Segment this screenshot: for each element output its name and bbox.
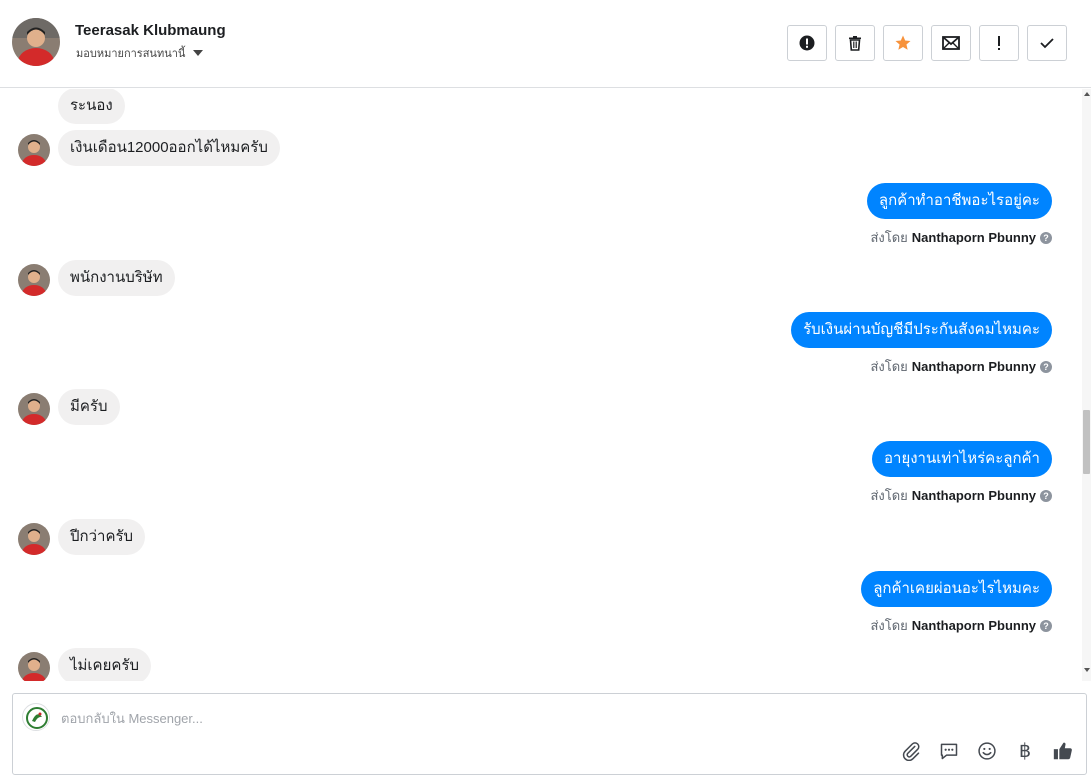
help-icon[interactable]: ? bbox=[1040, 360, 1052, 373]
message-bubble[interactable]: ไม่เคยครับ bbox=[58, 648, 151, 681]
message-bubble[interactable]: ลูกค้าทำอาชีพอะไรอยู่คะ bbox=[866, 183, 1052, 219]
sender-name: Nanthaporn Pbunny bbox=[911, 618, 1036, 633]
message-bubble[interactable]: ปีกว่าครับ bbox=[58, 519, 146, 555]
thumbs-up-icon bbox=[1053, 742, 1072, 760]
contact-name[interactable]: Teerasak Klubmaung bbox=[75, 22, 226, 39]
sent-by-label: ส่งโดย bbox=[870, 618, 908, 633]
reply-input[interactable] bbox=[61, 708, 961, 728]
star-icon bbox=[895, 35, 911, 50]
scrollbar-thumb[interactable] bbox=[1083, 410, 1090, 474]
page-avatar bbox=[22, 703, 50, 731]
send-like-button[interactable] bbox=[1052, 740, 1074, 762]
sender-name: Nanthaporn Pbunny bbox=[911, 359, 1036, 374]
conversation-header: Teerasak Klubmaung มอบหมายการสนทนานี้ bbox=[0, 0, 1091, 88]
message-bubble[interactable]: รับเงินผ่านบัญชีมีประกันสังคมไหมคะ bbox=[791, 312, 1052, 348]
payment-button[interactable]: ฿ bbox=[1014, 740, 1036, 762]
sender-avatar[interactable] bbox=[18, 393, 50, 425]
star-button[interactable] bbox=[883, 25, 923, 61]
sent-by-line: ส่งโดย Nanthaporn Pbunny ? bbox=[870, 615, 1052, 636]
conversation-toolbar bbox=[787, 25, 1067, 61]
message-thread[interactable]: ระนอง เงินเดือน12000ออกได้ไหมครับ ลูกค้า… bbox=[0, 89, 1082, 681]
sender-avatar[interactable] bbox=[18, 134, 50, 166]
scroll-down-arrow-icon[interactable] bbox=[1084, 668, 1090, 672]
sender-avatar[interactable] bbox=[18, 652, 50, 681]
sent-by-label: ส่งโดย bbox=[870, 359, 908, 374]
chevron-down-icon bbox=[193, 50, 204, 56]
sender-name: Nanthaporn Pbunny bbox=[911, 230, 1036, 245]
saved-reply-icon bbox=[940, 743, 958, 760]
paperclip-icon bbox=[902, 742, 920, 761]
check-icon bbox=[1040, 38, 1054, 49]
sent-by-line: ส่งโดย Nanthaporn Pbunny ? bbox=[870, 227, 1052, 248]
help-icon[interactable]: ? bbox=[1040, 619, 1052, 632]
delete-button[interactable] bbox=[835, 25, 875, 61]
emoji-icon bbox=[978, 742, 996, 760]
assign-conversation-dropdown[interactable]: มอบหมายการสนทนานี้ bbox=[76, 44, 204, 62]
help-icon[interactable]: ? bbox=[1040, 489, 1052, 502]
trash-icon bbox=[849, 36, 861, 51]
message-bubble[interactable]: มีครับ bbox=[58, 389, 120, 425]
reply-composer: ฿ bbox=[12, 693, 1087, 775]
alert-circle-icon bbox=[799, 35, 815, 51]
baht-icon: ฿ bbox=[1018, 740, 1032, 762]
saved-replies-button[interactable] bbox=[938, 740, 960, 762]
message-bubble[interactable]: ระนอง bbox=[58, 89, 125, 124]
sender-avatar[interactable] bbox=[18, 264, 50, 296]
mark-done-button[interactable] bbox=[1027, 25, 1067, 61]
scroll-up-arrow-icon[interactable] bbox=[1084, 92, 1090, 96]
report-spam-button[interactable] bbox=[787, 25, 827, 61]
composer-tools: ฿ bbox=[900, 740, 1074, 762]
attach-file-button[interactable] bbox=[900, 740, 922, 762]
mark-unread-button[interactable] bbox=[931, 25, 971, 61]
emoji-button[interactable] bbox=[976, 740, 998, 762]
sent-by-label: ส่งโดย bbox=[870, 230, 908, 245]
exclamation-icon bbox=[998, 36, 1000, 50]
sent-by-line: ส่งโดย Nanthaporn Pbunny ? bbox=[870, 356, 1052, 377]
follow-up-button[interactable] bbox=[979, 25, 1019, 61]
sent-by-label: ส่งโดย bbox=[870, 488, 908, 503]
contact-avatar[interactable] bbox=[12, 18, 60, 66]
message-bubble[interactable]: อายุงานเท่าไหร่คะลูกค้า bbox=[872, 441, 1052, 477]
sent-by-line: ส่งโดย Nanthaporn Pbunny ? bbox=[870, 485, 1052, 506]
message-bubble[interactable]: เงินเดือน12000ออกได้ไหมครับ bbox=[58, 130, 280, 166]
thread-scrollbar[interactable] bbox=[1082, 89, 1091, 681]
envelope-icon bbox=[942, 36, 960, 50]
sender-avatar[interactable] bbox=[18, 523, 50, 555]
help-icon[interactable]: ? bbox=[1040, 231, 1052, 244]
sender-name: Nanthaporn Pbunny bbox=[911, 488, 1036, 503]
message-bubble[interactable]: ลูกค้าเคยผ่อนอะไรไหมคะ bbox=[861, 571, 1052, 607]
message-bubble[interactable]: พนักงานบริษัท bbox=[58, 260, 175, 296]
assign-label: มอบหมายการสนทนานี้ bbox=[76, 48, 186, 60]
